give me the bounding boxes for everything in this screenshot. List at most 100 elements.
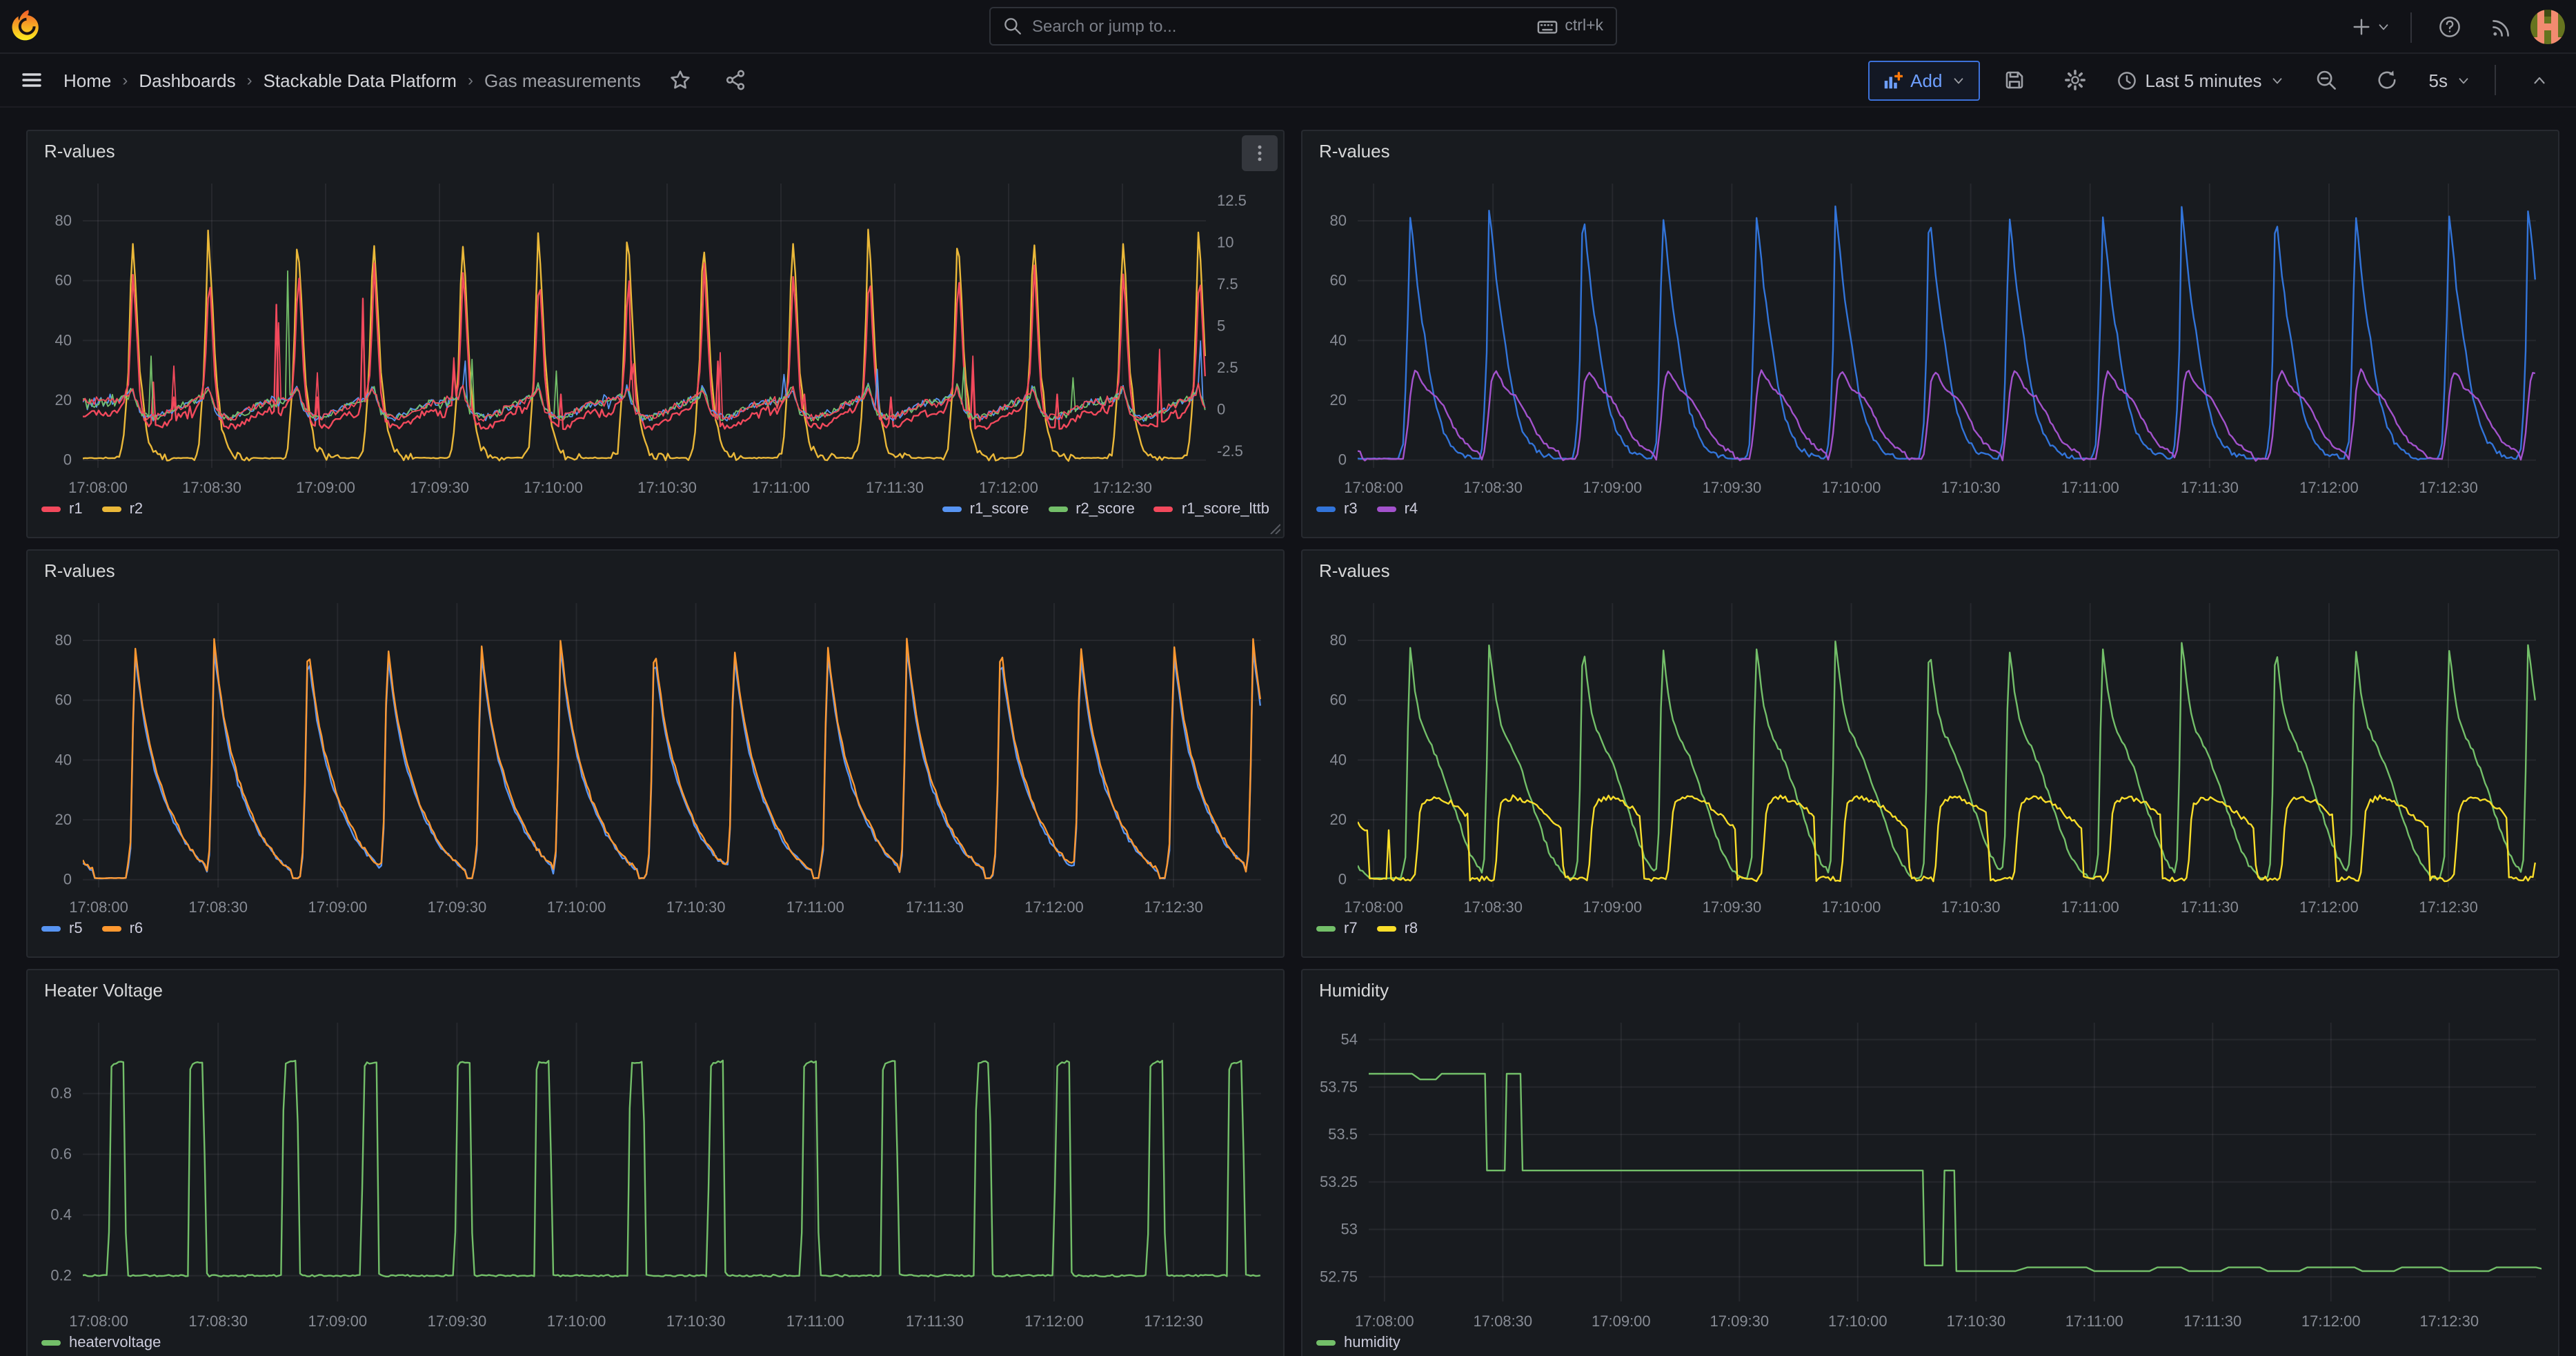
- y-axis-tick-label: 60: [1330, 272, 1347, 289]
- user-avatar[interactable]: [2530, 10, 2565, 44]
- panel-title[interactable]: R-values: [1302, 131, 2558, 170]
- timeseries-chart[interactable]: 02040608017:08:0017:08:3017:09:0017:09:3…: [1302, 131, 2555, 534]
- news-button[interactable]: [2478, 8, 2525, 46]
- legend-item[interactable]: r1_score: [942, 501, 1029, 518]
- y-axis-tick-label: 60: [55, 272, 72, 289]
- legend-item[interactable]: r5: [41, 921, 83, 937]
- y-axis-tick-label: 53.5: [1328, 1126, 1358, 1143]
- x-axis-tick-label: 17:09:00: [296, 479, 355, 496]
- x-axis-tick-label: 17:11:30: [2181, 898, 2239, 916]
- collapse-toolbar-button[interactable]: [2513, 61, 2565, 99]
- right-y-axis-tick-label: -2.5: [1217, 442, 1243, 460]
- legend-item[interactable]: heatervoltage: [41, 1335, 161, 1351]
- breadcrumb: Home›Dashboards›Stackable Data Platform›…: [63, 70, 641, 90]
- x-axis-tick-label: 17:11:30: [2183, 1313, 2241, 1330]
- panel-r-values-4: R-values 02040608017:08:0017:08:3017:09:…: [1301, 549, 2559, 958]
- panel-heater-voltage: Heater Voltage 0.20.40.60.817:08:0017:08…: [26, 969, 1285, 1356]
- panel-title[interactable]: Humidity: [1302, 970, 2558, 1009]
- legend-swatch: [1377, 507, 1396, 512]
- x-axis-tick-label: 17:09:30: [428, 1313, 487, 1330]
- refresh-button[interactable]: [2361, 61, 2414, 99]
- breadcrumb-separator: ›: [122, 70, 128, 90]
- x-axis-tick-label: 17:10:00: [547, 1313, 606, 1330]
- legend-item[interactable]: r3: [1316, 501, 1358, 518]
- x-axis-tick-label: 17:11:00: [786, 1313, 844, 1330]
- add-button[interactable]: Add: [1867, 60, 1979, 100]
- dashboard-settings-button[interactable]: [2048, 61, 2101, 99]
- legend-swatch: [102, 507, 121, 512]
- search-input[interactable]: Search or jump to... ctrl+k: [989, 7, 1617, 46]
- chevron-down-icon: [2376, 19, 2391, 35]
- refresh-interval-label: 5s: [2429, 70, 2448, 90]
- timeseries-chart[interactable]: 02040608017:08:0017:08:3017:09:0017:09:3…: [28, 551, 1280, 954]
- menu-toggle-button[interactable]: [11, 61, 52, 99]
- x-axis-tick-label: 17:10:30: [1941, 898, 2001, 916]
- panel-title[interactable]: R-values: [1302, 551, 2558, 589]
- y-axis-tick-label: 0.4: [50, 1206, 72, 1224]
- x-axis-tick-label: 17:12:00: [2301, 1313, 2361, 1330]
- y-axis-tick-label: 20: [1330, 811, 1347, 828]
- x-axis-tick-label: 17:10:00: [547, 898, 606, 916]
- breadcrumb-separator: ›: [468, 70, 473, 90]
- legend-label: r5: [69, 921, 83, 937]
- y-axis-tick-label: 53: [1341, 1221, 1358, 1238]
- y-axis-tick-label: 80: [55, 631, 72, 649]
- x-axis-tick-label: 17:10:30: [666, 898, 726, 916]
- breadcrumb-item[interactable]: Stackable Data Platform: [264, 70, 457, 90]
- series-humidity: [1369, 1074, 2555, 1271]
- new-button[interactable]: [2346, 8, 2397, 46]
- timeseries-chart[interactable]: 02040608017:08:0017:08:3017:09:0017:09:3…: [1302, 551, 2555, 954]
- panel-title[interactable]: R-values: [28, 131, 1283, 170]
- keyboard-icon: [1537, 16, 1558, 37]
- panel-title[interactable]: R-values: [28, 551, 1283, 589]
- y-axis-tick-label: 80: [1330, 631, 1347, 649]
- legend-item[interactable]: humidity: [1316, 1335, 1400, 1351]
- legend-item[interactable]: r8: [1377, 921, 1418, 937]
- legend: heatervoltage: [41, 1335, 1269, 1351]
- legend: r3 r4: [1316, 501, 2544, 518]
- legend-item[interactable]: r7: [1316, 921, 1358, 937]
- legend: humidity: [1316, 1335, 2544, 1351]
- x-axis-tick-label: 17:12:00: [1024, 1313, 1084, 1330]
- legend-item[interactable]: r1_score_lttb: [1154, 501, 1269, 518]
- legend-item[interactable]: r4: [1377, 501, 1418, 518]
- divider: [2495, 65, 2496, 95]
- y-axis-tick-label: 60: [55, 691, 72, 709]
- legend-swatch: [942, 507, 962, 512]
- timeseries-chart[interactable]: 020406080-2.502.557.51012.517:08:0017:08…: [28, 131, 1280, 534]
- refresh-interval-picker[interactable]: 5s: [2422, 61, 2478, 99]
- x-axis-tick-label: 17:11:00: [752, 479, 810, 496]
- grafana-logo[interactable]: [0, 0, 55, 52]
- legend-label: heatervoltage: [69, 1335, 161, 1351]
- x-axis-tick-label: 17:09:30: [428, 898, 487, 916]
- y-axis-tick-label: 20: [55, 811, 72, 828]
- panel-resize-handle[interactable]: [1269, 523, 1280, 534]
- favorite-button[interactable]: [655, 61, 707, 99]
- panel-title[interactable]: Heater Voltage: [28, 970, 1283, 1009]
- timeseries-chart[interactable]: 0.20.40.60.817:08:0017:08:3017:09:0017:0…: [28, 970, 1280, 1356]
- legend-item[interactable]: r6: [102, 921, 143, 937]
- breadcrumb-item[interactable]: Home: [63, 70, 111, 90]
- zoom-out-button[interactable]: [2301, 61, 2353, 99]
- breadcrumb-item[interactable]: Dashboards: [139, 70, 235, 90]
- x-axis-tick-label: 17:12:30: [2419, 479, 2478, 496]
- share-button[interactable]: [710, 61, 762, 99]
- legend-item[interactable]: r2: [102, 501, 143, 518]
- panel-menu-button[interactable]: [1242, 135, 1278, 171]
- x-axis-tick-label: 17:09:00: [1592, 1313, 1651, 1330]
- x-axis-tick-label: 17:09:30: [1710, 1313, 1770, 1330]
- help-button[interactable]: [2426, 8, 2473, 46]
- legend-item[interactable]: r1: [41, 501, 83, 518]
- save-dashboard-button[interactable]: [1988, 61, 2040, 99]
- x-axis-tick-label: 17:10:00: [524, 479, 583, 496]
- x-axis-tick-label: 17:08:00: [68, 479, 128, 496]
- time-range-picker[interactable]: Last 5 minutes: [2109, 61, 2292, 99]
- legend-swatch: [1154, 507, 1173, 512]
- y-axis-tick-label: 40: [1330, 331, 1347, 348]
- legend-item[interactable]: r2_score: [1048, 501, 1135, 518]
- x-axis-tick-label: 17:10:00: [1828, 1313, 1888, 1330]
- x-axis-tick-label: 17:11:30: [906, 1313, 964, 1330]
- search-icon: [1003, 17, 1022, 36]
- timeseries-chart[interactable]: 5453.7553.553.255352.7517:08:0017:08:301…: [1302, 970, 2555, 1356]
- legend: r1 r2 r1_score r2_score r1_score_lttb: [41, 501, 1269, 518]
